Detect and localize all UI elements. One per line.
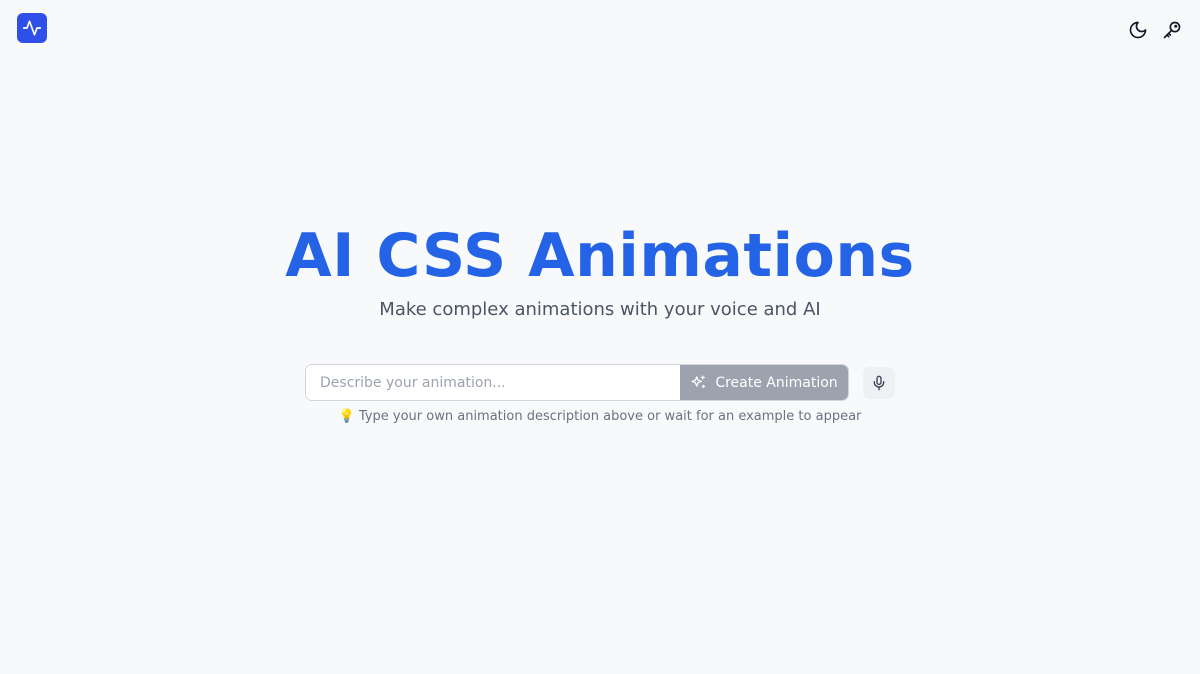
page-title: AI CSS Animations: [285, 221, 915, 291]
sparkles-icon: [691, 375, 706, 389]
hint-text: 💡 Type your own animation description ab…: [0, 408, 1200, 426]
activity-pulse-icon: [22, 20, 42, 36]
voice-input-button[interactable]: [863, 366, 895, 399]
animation-description-input[interactable]: [306, 365, 680, 400]
app-logo[interactable]: [17, 13, 47, 43]
microphone-icon: [873, 375, 885, 390]
page: AI CSS Animations Make complex animation…: [0, 0, 1200, 674]
top-actions: [1126, 18, 1184, 42]
prompt-input-group: Create Animation: [305, 364, 849, 401]
key-icon: [1163, 21, 1181, 39]
create-animation-button[interactable]: Create Animation: [680, 365, 848, 400]
animation-form: Create Animation: [305, 364, 895, 401]
hero: AI CSS Animations Make complex animation…: [0, 218, 1200, 322]
lightbulb-icon: 💡: [338, 409, 355, 424]
hint-message: Type your own animation description abov…: [358, 409, 862, 424]
moon-icon: [1129, 21, 1147, 39]
theme-toggle-button[interactable]: [1126, 18, 1150, 42]
create-animation-label: Create Animation: [715, 374, 838, 391]
api-key-button[interactable]: [1160, 18, 1184, 42]
page-subtitle: Make complex animations with your voice …: [379, 299, 821, 320]
